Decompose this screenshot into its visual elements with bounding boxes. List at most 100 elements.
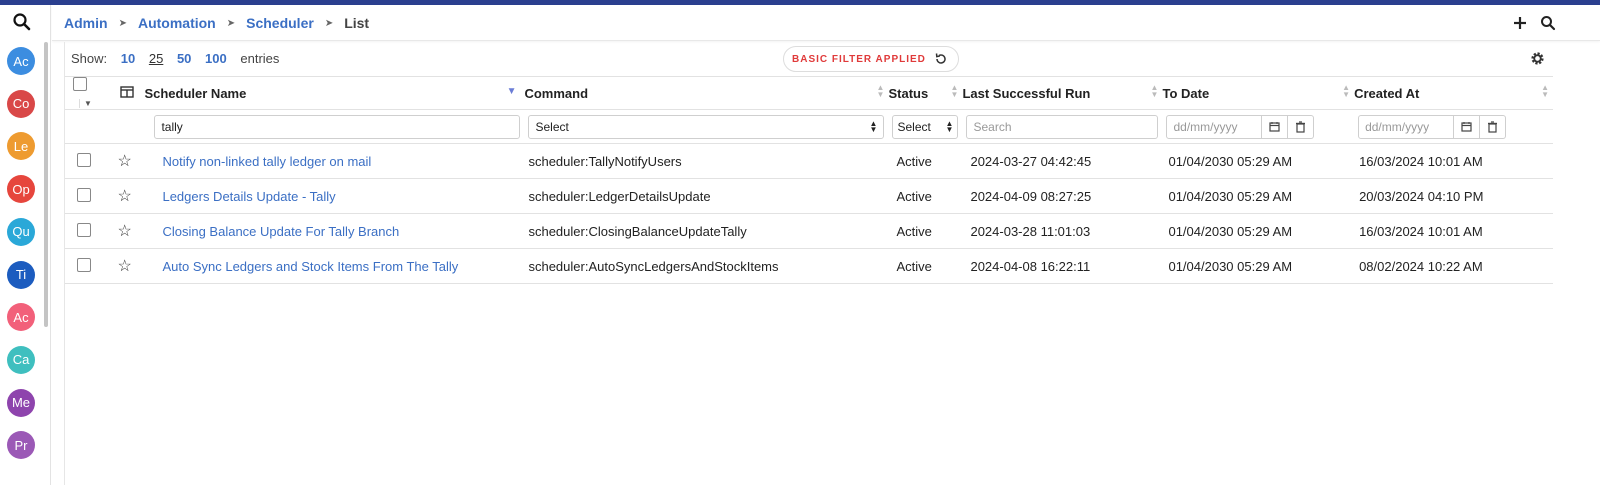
row-checkbox[interactable] xyxy=(77,187,91,202)
status-cell: Active xyxy=(896,223,932,239)
search-icon[interactable] xyxy=(12,12,32,32)
last-run-search-input[interactable]: Search xyxy=(966,114,1159,139)
star-icon[interactable]: ☆ xyxy=(118,223,132,240)
command-cell: scheduler:TallyNotifyUsers xyxy=(528,153,682,169)
page-size-selector: Show: 10 25 50 100 entries xyxy=(71,51,279,66)
last-run-cell: 2024-04-09 08:27:25 xyxy=(970,188,1092,204)
select-all-checkbox[interactable] xyxy=(73,77,87,91)
scheduler-name-link[interactable]: Auto Sync Ledgers and Stock Items From T… xyxy=(162,259,458,274)
scheduler-name-link[interactable]: Closing Balance Update For Tally Branch xyxy=(162,224,399,239)
star-icon[interactable]: ☆ xyxy=(118,258,132,275)
to-date-input[interactable]: dd/mm/yyyy xyxy=(1166,114,1263,139)
created-at-cell: 16/03/2024 10:01 AM xyxy=(1359,223,1483,239)
scheduler-name-link[interactable]: Notify non-linked tally ledger on mail xyxy=(162,154,371,169)
col-status[interactable]: Status ▲ ▼ xyxy=(888,76,963,110)
page-size-10[interactable]: 10 xyxy=(121,51,135,66)
status-cell: Active xyxy=(896,153,932,169)
sidebar-app-avatar[interactable]: Qu xyxy=(7,217,35,246)
page-size-100[interactable]: 100 xyxy=(205,51,227,66)
command-cell: scheduler:AutoSyncLedgersAndStockItems xyxy=(528,258,779,274)
breadcrumb-automation[interactable]: Automation xyxy=(138,15,216,31)
chevron-right-icon: ➤ xyxy=(118,17,127,29)
col-to-date[interactable]: To Date ▲ ▼ xyxy=(1162,76,1355,110)
sort-icon: ▲ ▼ xyxy=(1541,83,1549,99)
page-size-25[interactable]: 25 xyxy=(149,51,163,66)
row-checkbox[interactable] xyxy=(77,152,91,167)
header: Admin ➤ Automation ➤ Scheduler ➤ List xyxy=(52,5,1600,41)
status-cell: Active xyxy=(896,188,932,204)
star-icon[interactable]: ☆ xyxy=(118,188,132,205)
sort-icon: ▲ ▼ xyxy=(950,83,959,99)
scheduler-name-link[interactable]: Ledgers Details Update - Tally xyxy=(162,189,335,204)
calendar-icon[interactable] xyxy=(1454,114,1481,139)
sort-icon: ▲ ▼ xyxy=(1150,83,1159,99)
sidebar-app-avatar[interactable]: Op xyxy=(7,175,35,204)
to-date-filter: dd/mm/yyyy xyxy=(1166,114,1350,139)
last-run-cell: 2024-03-28 11:01:03 xyxy=(970,223,1091,239)
filter-badge-text: BASIC FILTER APPLIED xyxy=(792,53,926,65)
scheduler-name-filter-input[interactable]: tally xyxy=(154,114,521,139)
select-arrows-icon: ▲ ▼ xyxy=(869,118,878,134)
sidebar-app-avatar[interactable]: Ac xyxy=(7,47,35,75)
col-scheduler-name[interactable]: Scheduler Name ▼ xyxy=(144,76,525,110)
main-content: Show: 10 25 50 100 entries BASIC FILTER … xyxy=(64,42,1554,485)
trash-icon[interactable] xyxy=(1288,114,1315,139)
sidebar-app-avatar[interactable]: Me xyxy=(7,388,35,417)
sidebar-app-avatar[interactable]: Ca xyxy=(7,345,35,374)
sidebar-app-avatar[interactable]: Co xyxy=(7,89,35,118)
last-run-cell: 2024-04-08 16:22:11 xyxy=(970,258,1091,274)
sidebar-app-avatar[interactable]: Ac xyxy=(7,303,35,332)
scheduler-table: ▼ Scheduler Name ▼ Command ▲ ▼ Status ▲ ▼ La… xyxy=(65,76,1553,284)
sidebar-app-avatar[interactable]: Ti xyxy=(7,260,35,289)
col-command[interactable]: Command ▲ ▼ xyxy=(524,76,889,110)
command-cell: scheduler:ClosingBalanceUpdateTally xyxy=(528,223,747,239)
sidebar-scrollbar[interactable] xyxy=(44,42,48,327)
col-created-at[interactable]: Created At ▲ ▼ xyxy=(1354,76,1553,110)
command-filter-select[interactable]: Select ▲ ▼ xyxy=(528,114,885,139)
star-icon[interactable]: ☆ xyxy=(118,153,132,170)
trash-icon[interactable] xyxy=(1480,114,1507,139)
created-at-cell: 16/03/2024 10:01 AM xyxy=(1359,153,1483,169)
breadcrumb: Admin ➤ Automation ➤ Scheduler ➤ List xyxy=(64,15,369,31)
table-row[interactable]: ☆ Closing Balance Update For Tally Branch… xyxy=(65,213,1553,249)
columns-icon[interactable] xyxy=(119,85,134,98)
sort-desc-icon: ▼ xyxy=(506,86,517,97)
row-checkbox[interactable] xyxy=(77,222,91,237)
to-date-cell: 01/04/2030 05:29 AM xyxy=(1168,153,1293,169)
reset-filter-icon[interactable] xyxy=(934,52,948,66)
created-at-cell: 08/02/2024 10:22 AM xyxy=(1359,258,1483,274)
to-date-cell: 01/04/2030 05:29 AM xyxy=(1168,188,1293,204)
breadcrumb-scheduler[interactable]: Scheduler xyxy=(246,15,314,31)
entries-label: entries xyxy=(240,51,280,66)
sort-icon: ▲ ▼ xyxy=(1342,83,1351,99)
status-filter-select[interactable]: Select ▲ ▼ xyxy=(892,114,959,139)
row-checkbox[interactable] xyxy=(77,257,91,272)
breadcrumb-admin[interactable]: Admin xyxy=(64,15,108,31)
filter-row: tally Select ▲ ▼ Select ▲ ▼ Search dd/mm/yyy… xyxy=(65,109,1553,144)
to-date-cell: 01/04/2030 05:29 AM xyxy=(1168,223,1293,239)
search-icon[interactable] xyxy=(1540,15,1556,31)
sidebar-app-avatar[interactable]: Pr xyxy=(7,431,35,460)
select-all-dropdown[interactable]: ▼ xyxy=(79,99,92,108)
status-cell: Active xyxy=(896,258,932,274)
command-cell: scheduler:LedgerDetailsUpdate xyxy=(528,188,711,204)
gear-icon[interactable] xyxy=(1530,51,1545,66)
table-row[interactable]: ☆ Notify non-linked tally ledger on mail s… xyxy=(65,143,1553,179)
col-last-successful-run[interactable]: Last Successful Run ▲ ▼ xyxy=(962,76,1163,110)
basic-filter-badge[interactable]: BASIC FILTER APPLIED xyxy=(783,46,959,72)
page-size-50[interactable]: 50 xyxy=(177,51,191,66)
last-run-cell: 2024-03-27 04:42:45 xyxy=(970,153,1092,169)
table-row[interactable]: ☆ Ledgers Details Update - Tally scheduler… xyxy=(65,178,1553,214)
sort-icon: ▲ ▼ xyxy=(876,83,885,99)
chevron-right-icon: ➤ xyxy=(226,17,236,29)
add-icon[interactable] xyxy=(1512,15,1528,31)
calendar-icon[interactable] xyxy=(1262,114,1289,139)
sidebar-app-avatar[interactable]: Le xyxy=(7,132,35,161)
column-toggle-cell xyxy=(107,76,145,110)
select-arrows-icon: ▲ ▼ xyxy=(945,118,954,134)
created-at-input[interactable]: dd/mm/yyyy xyxy=(1358,114,1455,139)
table-row[interactable]: ☆ Auto Sync Ledgers and Stock Items From … xyxy=(65,248,1553,284)
table-header-row: ▼ Scheduler Name ▼ Command ▲ ▼ Status ▲ ▼ La… xyxy=(65,76,1553,110)
to-date-cell: 01/04/2030 05:29 AM xyxy=(1168,258,1293,274)
sidebar: Ac Co Le Op Qu Ti Ac Ca Me Pr xyxy=(0,5,51,485)
